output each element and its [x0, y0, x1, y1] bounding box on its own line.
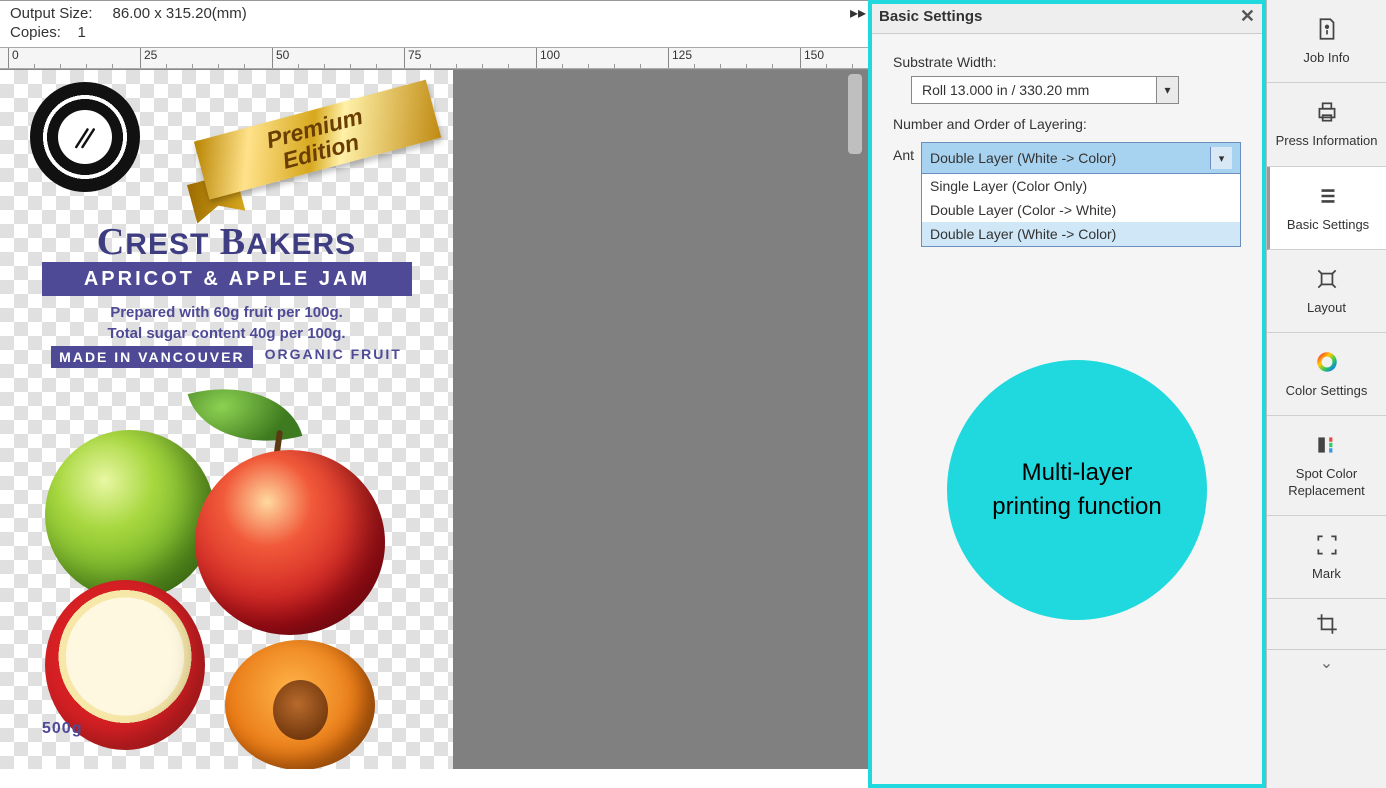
leaf-icon	[188, 368, 303, 461]
made-in-tag: MADE IN VANCOUVER	[51, 346, 252, 368]
substrate-width-select[interactable]: Roll 13.000 in / 330.20 mm ▾	[911, 76, 1179, 104]
app-root: ▸▸ Output Size: 86.00 x 315.20(mm) Copie…	[0, 0, 1386, 788]
chevron-down-icon: ⌄	[1320, 653, 1333, 673]
layout-icon	[1312, 264, 1342, 294]
nav-layout[interactable]: Layout	[1267, 250, 1386, 333]
collapse-handle-icon[interactable]: ▸▸	[850, 3, 866, 23]
nav-press-information[interactable]: Press Information	[1267, 83, 1386, 166]
canvas-empty-area	[453, 70, 868, 769]
panel-header: Basic Settings ✕	[869, 0, 1265, 34]
layering-selected-value: Double Layer (White -> Color)	[930, 150, 1116, 166]
side-nav: Job Info Press Information Basic Setting…	[1266, 0, 1386, 788]
vertical-scrollbar-thumb[interactable]	[848, 74, 862, 154]
callout-bubble: Multi-layer printing function	[947, 360, 1207, 620]
whisk-spoon-icon	[58, 110, 112, 164]
prep-line-1: Prepared with 60g fruit per 100g.	[0, 302, 453, 323]
tag-row: MADE IN VANCOUVER ORGANIC FRUIT	[0, 346, 453, 368]
chevron-down-icon[interactable]: ▾	[1156, 77, 1178, 103]
nav-color-settings[interactable]: Color Settings	[1267, 333, 1386, 416]
nav-label: Job Info	[1303, 50, 1349, 66]
layering-option[interactable]: Double Layer (White -> Color)	[922, 222, 1240, 246]
premium-ribbon: PremiumEdition	[189, 70, 453, 238]
fruit-illustration	[25, 380, 435, 760]
close-icon[interactable]: ✕	[1240, 6, 1255, 27]
nav-label: Spot Color Replacement	[1271, 466, 1382, 499]
preparation-text: Prepared with 60g fruit per 100g. Total …	[0, 302, 453, 344]
nav-label: Press Information	[1276, 133, 1378, 149]
output-info-bar: Output Size: 86.00 x 315.20(mm)	[0, 1, 868, 22]
nav-spot-color-replacement[interactable]: Spot Color Replacement	[1267, 416, 1386, 516]
preview-viewport[interactable]: PremiumEdition CREST BAKERS APRICOT & AP…	[0, 69, 868, 769]
canvas-area: ▸▸ Output Size: 86.00 x 315.20(mm) Copie…	[0, 0, 868, 788]
copies-row: Copies: 1	[0, 22, 868, 47]
chevron-down-icon[interactable]: ▾	[1210, 147, 1232, 169]
copies-value: 1	[78, 24, 86, 41]
layering-option[interactable]: Double Layer (Color -> White)	[922, 198, 1240, 222]
layering-select[interactable]: Double Layer (White -> Color) ▾ Single L…	[921, 142, 1241, 247]
output-size-label: Output Size:	[10, 5, 93, 22]
color-ring-icon	[1312, 347, 1342, 377]
nav-label: Color Settings	[1286, 383, 1368, 399]
horizontal-ruler: 0255075100125150	[0, 47, 868, 69]
layering-option[interactable]: Single Layer (Color Only)	[922, 174, 1240, 198]
callout-line-2: printing function	[992, 490, 1161, 524]
panel-title: Basic Settings	[879, 8, 982, 25]
substrate-width-label: Substrate Width:	[893, 54, 1241, 70]
nav-label: Basic Settings	[1287, 217, 1369, 233]
red-apple-icon	[195, 450, 385, 635]
nav-scroll-down[interactable]: ⌄	[1267, 649, 1386, 675]
net-weight: 500g	[42, 720, 82, 738]
output-size-value: 86.00 x 315.20(mm)	[113, 5, 247, 22]
nav-job-info[interactable]: Job Info	[1267, 0, 1386, 83]
prep-line-2: Total sugar content 40g per 100g.	[0, 323, 453, 344]
nav-label: Mark	[1312, 566, 1341, 582]
seal-badge	[30, 82, 140, 192]
list-icon	[1313, 181, 1343, 211]
document-info-icon	[1312, 14, 1342, 44]
nav-basic-settings[interactable]: Basic Settings	[1267, 167, 1386, 250]
nav-label: Layout	[1307, 300, 1346, 316]
crop-icon	[1312, 609, 1342, 639]
nav-crop[interactable]	[1267, 599, 1386, 649]
apricot-pit-icon	[273, 680, 328, 740]
crop-mark-icon	[1312, 530, 1342, 560]
ant-label: Ant	[893, 142, 921, 163]
organic-tag: ORGANIC FRUIT	[265, 346, 402, 368]
basic-settings-panel: Basic Settings ✕ Substrate Width: Roll 1…	[868, 0, 1266, 788]
copies-label: Copies:	[10, 24, 61, 41]
printer-icon	[1312, 97, 1342, 127]
nav-mark[interactable]: Mark	[1267, 516, 1386, 599]
callout-line-1: Multi-layer	[992, 456, 1161, 490]
swatch-swap-icon	[1312, 430, 1342, 460]
brand-title: CREST BAKERS	[0, 220, 453, 264]
layering-selected[interactable]: Double Layer (White -> Color) ▾	[922, 143, 1240, 174]
green-apple-icon	[45, 430, 215, 600]
product-name-band: APRICOT & APPLE JAM	[42, 262, 412, 296]
layering-label: Number and Order of Layering:	[893, 116, 1241, 132]
label-artwork: PremiumEdition CREST BAKERS APRICOT & AP…	[0, 70, 453, 769]
substrate-width-value: Roll 13.000 in / 330.20 mm	[912, 82, 1156, 98]
